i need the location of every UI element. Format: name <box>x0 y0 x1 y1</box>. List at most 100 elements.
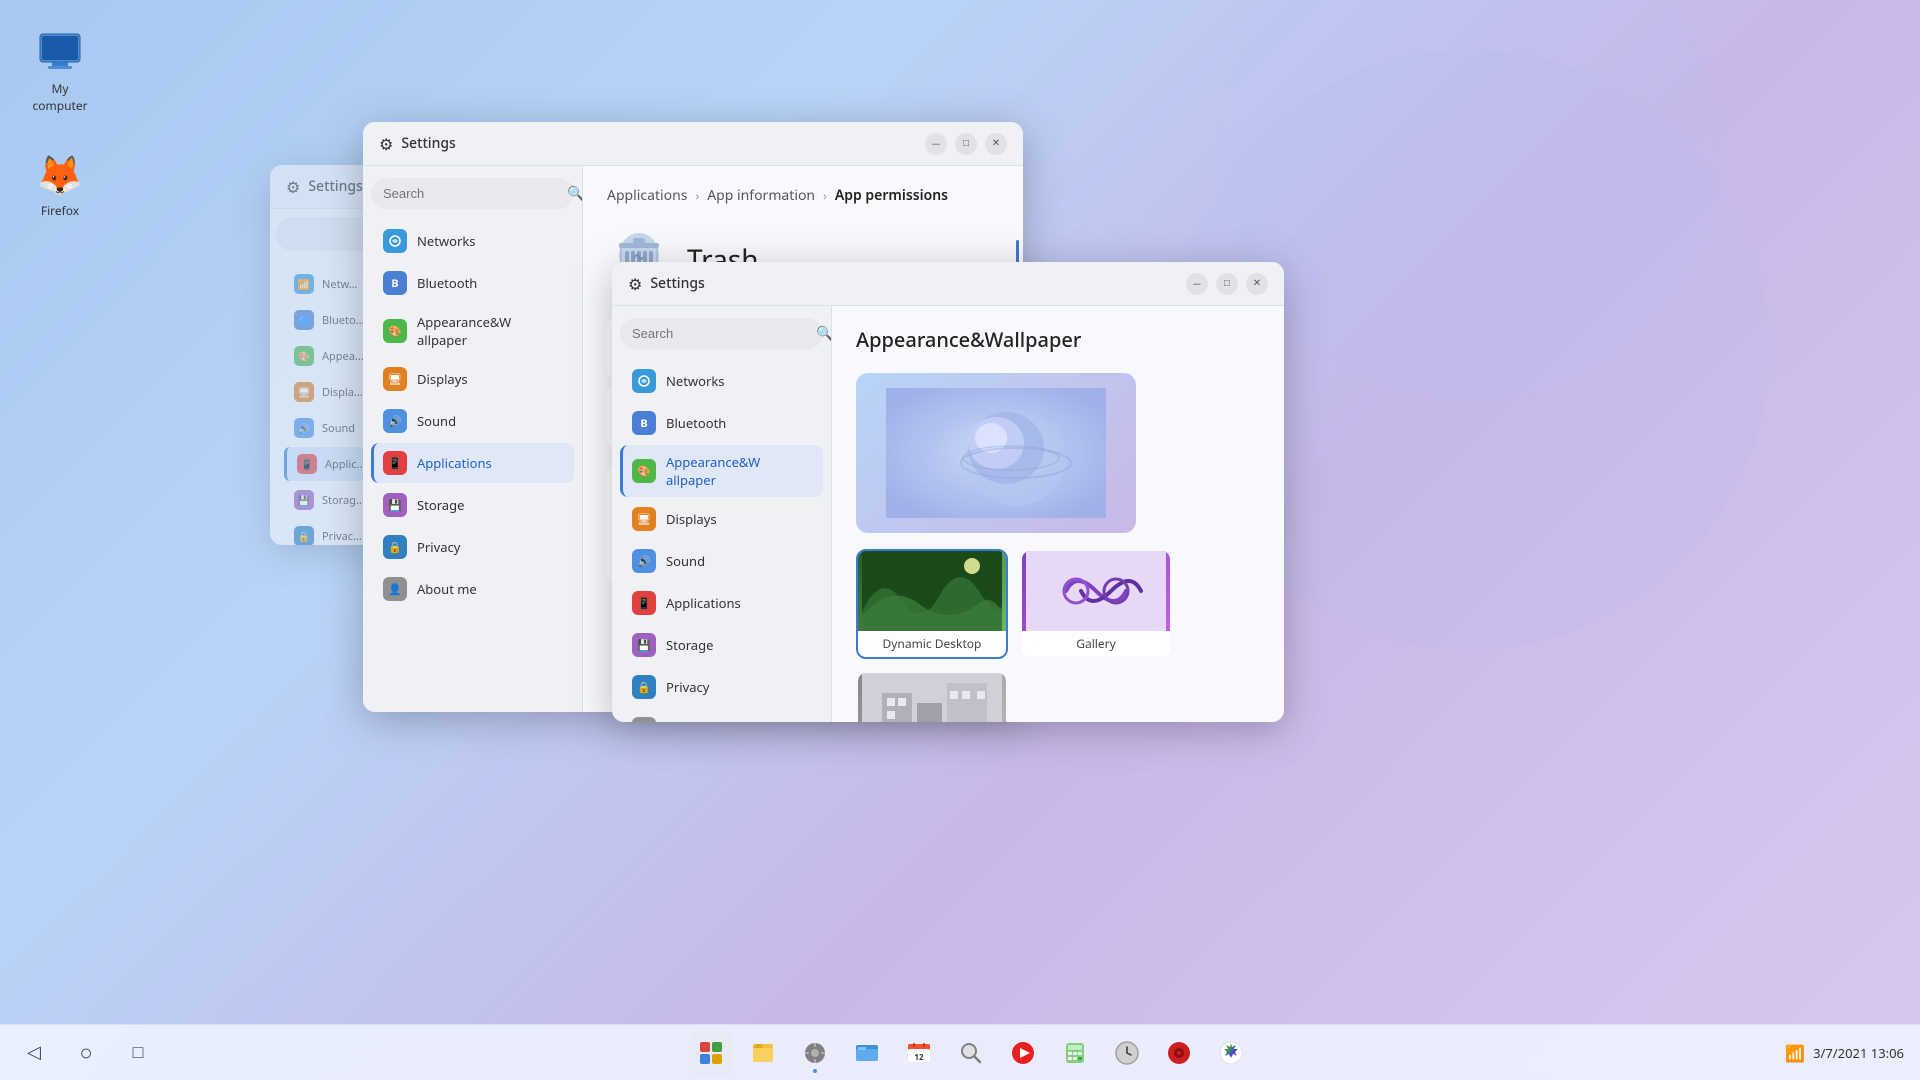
home-button[interactable]: ○ <box>68 1035 104 1071</box>
search-box-front[interactable]: 🔍 <box>620 318 823 349</box>
wallpaper-thumb-wallpaper[interactable]: Wallpaper <box>856 671 1008 722</box>
wallpaper-thumb-dynamic[interactable]: Dynamic Desktop <box>856 549 1008 659</box>
wifi-icon-taskbar: 📶 <box>1785 1042 1805 1064</box>
taskbar-app-files[interactable] <box>741 1031 785 1075</box>
storage-icon-front: 💾 <box>632 633 656 657</box>
window-controls-mid[interactable]: － □ ✕ <box>925 133 1007 155</box>
sidebar-item-sound-front[interactable]: 🔊 Sound <box>620 541 823 581</box>
sidebar-label-aboutme-mid: About me <box>417 580 477 598</box>
maximize-button-front[interactable]: □ <box>1216 273 1238 295</box>
sidebar-item-appearance-mid[interactable]: 🎨 Appearance&W allpaper <box>371 305 574 357</box>
appearance-section-title: Appearance&Wallpaper <box>856 326 1260 353</box>
window-controls-front[interactable]: － □ ✕ <box>1186 273 1268 295</box>
taskbar-right: 📶 3/7/2021 13:06 <box>1785 1042 1904 1064</box>
privacy-icon-front: 🔒 <box>632 675 656 699</box>
sidebar-item-aboutme-mid[interactable]: 👤 About me <box>371 569 574 609</box>
wallpaper-thumb-gallery[interactable]: Gallery <box>1020 549 1172 659</box>
wallpaper-preview-svg <box>886 388 1106 518</box>
taskbar-left: ◁ ○ □ <box>16 1035 156 1071</box>
sound-icon-mid: 🔊 <box>383 409 407 433</box>
desktop-icon-my-computer[interactable]: My computer <box>20 20 100 122</box>
ghost-sound-icon: 🔊 <box>294 418 314 438</box>
settings-body-front: 🔍 Networks B Bluetooth 🎨 Appearance&W al… <box>612 306 1284 722</box>
sidebar-item-storage-mid[interactable]: 💾 Storage <box>371 485 574 525</box>
grid-icon <box>697 1039 725 1067</box>
calculator-icon <box>1062 1040 1088 1066</box>
bluetooth-icon-mid: B <box>383 271 407 295</box>
sidebar-label-storage-front: Storage <box>666 636 713 654</box>
dynamic-desktop-svg <box>862 551 1002 631</box>
sidebar-item-appearance-front[interactable]: 🎨 Appearance&W allpaper <box>620 445 823 497</box>
taskbar-app-photos[interactable] <box>1209 1031 1253 1075</box>
aboutme-icon-mid: 👤 <box>383 577 407 601</box>
sidebar-item-sound-mid[interactable]: 🔊 Sound <box>371 401 574 441</box>
sidebar-item-privacy-mid[interactable]: 🔒 Privacy <box>371 527 574 567</box>
main-wallpaper-preview[interactable] <box>856 373 1136 533</box>
back-button[interactable]: ◁ <box>16 1035 52 1071</box>
content-front: Appearance&Wallpaper <box>832 306 1284 722</box>
desktop-icon-firefox[interactable]: 🦊 Firefox <box>20 142 100 227</box>
gallery-label: Gallery <box>1022 631 1170 656</box>
minimize-button-mid[interactable]: － <box>925 133 947 155</box>
taskbar-center: 12 <box>156 1031 1785 1075</box>
sidebar-item-applications-mid[interactable]: 📱 Applications <box>371 443 574 483</box>
sidebar-label-aboutme-front: About me <box>666 720 726 722</box>
sidebar-item-storage-front[interactable]: 💾 Storage <box>620 625 823 665</box>
appearance-icon-mid: 🎨 <box>383 319 407 343</box>
bluetooth-icon-front: B <box>632 411 656 435</box>
breadcrumb-sep2: › <box>823 187 827 204</box>
search-input-front[interactable] <box>632 326 808 341</box>
ghost-privacy-icon: 🔒 <box>294 526 314 545</box>
taskbar-app-search[interactable] <box>949 1031 993 1075</box>
maximize-button-mid[interactable]: □ <box>955 133 977 155</box>
titlebar-mid: ⚙ Settings － □ ✕ <box>363 122 1023 166</box>
gallery-preview <box>1022 551 1170 631</box>
sidebar-label-networks-mid: Networks <box>417 232 476 250</box>
dynamic-desktop-label: Dynamic Desktop <box>858 631 1006 656</box>
breadcrumb-sep1: › <box>695 187 699 204</box>
aboutme-icon-front: 👤 <box>632 717 656 722</box>
firefox-label: Firefox <box>41 202 79 219</box>
breadcrumb-mid: Applications › App information › App per… <box>607 186 999 205</box>
taskbar-app-calculator[interactable] <box>1053 1031 1097 1075</box>
taskbar-app-settings[interactable] <box>793 1031 837 1075</box>
sidebar-item-networks-mid[interactable]: Networks <box>371 221 574 261</box>
taskbar-app-music[interactable] <box>1001 1031 1045 1075</box>
taskbar-app-media[interactable] <box>1157 1031 1201 1075</box>
sidebar-item-displays-mid[interactable]: 🖥 Displays <box>371 359 574 399</box>
sidebar-item-bluetooth-mid[interactable]: B Bluetooth <box>371 263 574 303</box>
minimize-button-front[interactable]: － <box>1186 273 1208 295</box>
search-input-mid[interactable] <box>383 186 559 201</box>
taskbar-app-calendar[interactable]: 12 <box>897 1031 941 1075</box>
close-button-mid[interactable]: ✕ <box>985 133 1007 155</box>
overview-button[interactable]: □ <box>120 1035 156 1071</box>
sidebar-item-applications-front[interactable]: 📱 Applications <box>620 583 823 623</box>
sidebar-label-appearance-mid: Appearance&W allpaper <box>417 313 562 349</box>
wallpaper-preview <box>858 673 1006 722</box>
title-front: ⚙ Settings <box>628 273 1186 295</box>
titlebar-front: ⚙ Settings － □ ✕ <box>612 262 1284 306</box>
privacy-icon-mid: 🔒 <box>383 535 407 559</box>
networks-icon-front <box>632 369 656 393</box>
appearance-icon-front: 🎨 <box>632 459 656 483</box>
taskbar-app-grid[interactable] <box>689 1031 733 1075</box>
sidebar-item-networks-front[interactable]: Networks <box>620 361 823 401</box>
taskbar-app-clock[interactable] <box>1105 1031 1149 1075</box>
sidebar-item-bluetooth-front[interactable]: B Bluetooth <box>620 403 823 443</box>
breadcrumb-applications[interactable]: Applications <box>607 186 687 205</box>
sidebar-item-privacy-front[interactable]: 🔒 Privacy <box>620 667 823 707</box>
sidebar-item-displays-front[interactable]: 🖥 Displays <box>620 499 823 539</box>
sidebar-label-privacy-front: Privacy <box>666 678 709 696</box>
breadcrumb-appinfo[interactable]: App information <box>707 186 815 205</box>
ghost-appearance-icon: 🎨 <box>294 346 314 366</box>
applications-icon-front: 📱 <box>632 591 656 615</box>
close-button-front[interactable]: ✕ <box>1246 273 1268 295</box>
sidebar-label-bluetooth-front: Bluetooth <box>666 414 726 432</box>
my-computer-icon <box>36 28 84 76</box>
networks-icon-mid <box>383 229 407 253</box>
search-box-mid[interactable]: 🔍 <box>371 178 574 209</box>
sidebar-front: 🔍 Networks B Bluetooth 🎨 Appearance&W al… <box>612 306 832 722</box>
taskbar-app-filemanager[interactable] <box>845 1031 889 1075</box>
sidebar-item-aboutme-front[interactable]: 👤 About me <box>620 709 823 722</box>
music-icon <box>1010 1040 1036 1066</box>
